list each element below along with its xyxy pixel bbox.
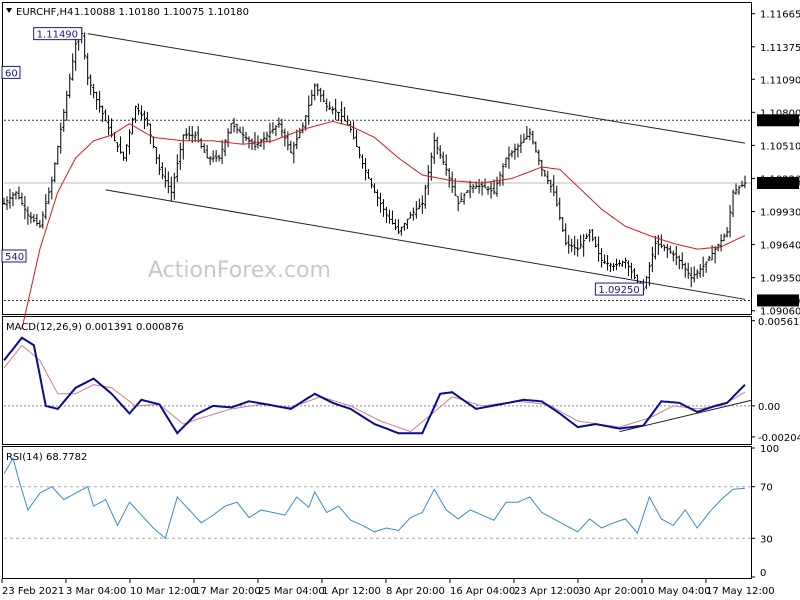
price-annotation-2: 540	[5, 252, 24, 263]
x-tick-label: 25 Mar 04:00	[258, 586, 325, 597]
x-tick-label: 3 Mar 04:00	[66, 586, 126, 597]
price-tick-label: 1.09640	[760, 241, 800, 252]
x-tick-label: 1 Apr 12:00	[322, 586, 381, 597]
x-tick-label: 10 Mar 12:00	[130, 586, 197, 597]
macd-tick-label: -0.002046	[758, 433, 800, 444]
price-header: EURCHF,H4 1.10088 1.10180 1.10075 1.1018…	[6, 7, 249, 18]
price-level-tag-label: 1.10180	[759, 179, 800, 190]
ohlc-values: 1.10088 1.10180 1.10075 1.10180	[74, 7, 249, 18]
x-tick-label: 8 Apr 20:00	[386, 586, 445, 597]
rsi-tick-label: 30	[760, 534, 773, 545]
chart: ActionForex.com 1.11490 1.09250 540 60 1.11…	[0, 0, 800, 600]
price-tick-label: 1.11375	[760, 43, 800, 54]
macd-tick-label: 0.005618	[758, 317, 800, 328]
price-annotation-0: 1.11490	[37, 30, 78, 41]
price-annotation-1: 1.09250	[598, 285, 639, 296]
watermark: ActionForex.com	[148, 258, 331, 283]
x-tick-label: 30 Apr 20:00	[578, 586, 643, 597]
x-tick-label: 10 May 04:00	[642, 586, 711, 597]
symbol-label: EURCHF,H4	[16, 7, 73, 18]
macd-title: MACD(12,26,9) 0.001391 0.000876	[6, 322, 184, 333]
price-tick-label: 1.11090	[760, 75, 800, 86]
price-tick-label: 1.09930	[760, 208, 800, 219]
price-level-tag-label: 1.10730	[759, 116, 800, 127]
macd-tick-label: 0.00	[758, 402, 780, 413]
x-tick-label: 23 Apr 12:00	[514, 586, 579, 597]
price-tick-label: 1.10510	[760, 141, 800, 152]
x-tick-label: 16 Apr 04:00	[450, 586, 515, 597]
x-tick-label: 17 May 12:00	[706, 586, 775, 597]
rsi-tick-label: 70	[760, 483, 773, 494]
rsi-tick-label: 100	[760, 444, 779, 455]
x-tick-label: 17 Mar 20:00	[194, 586, 261, 597]
x-tick-label: 23 Feb 2021	[2, 586, 64, 597]
price-tick-label: 1.09350	[760, 274, 800, 285]
rsi-title: RSI(14) 68.7782	[6, 452, 87, 463]
price-level-tag-label: 1.09150	[759, 296, 800, 307]
price-tick-label: 1.11665	[760, 10, 800, 21]
rsi-tick-label: 0	[760, 568, 766, 579]
price-annotation-3: 60	[5, 68, 18, 79]
